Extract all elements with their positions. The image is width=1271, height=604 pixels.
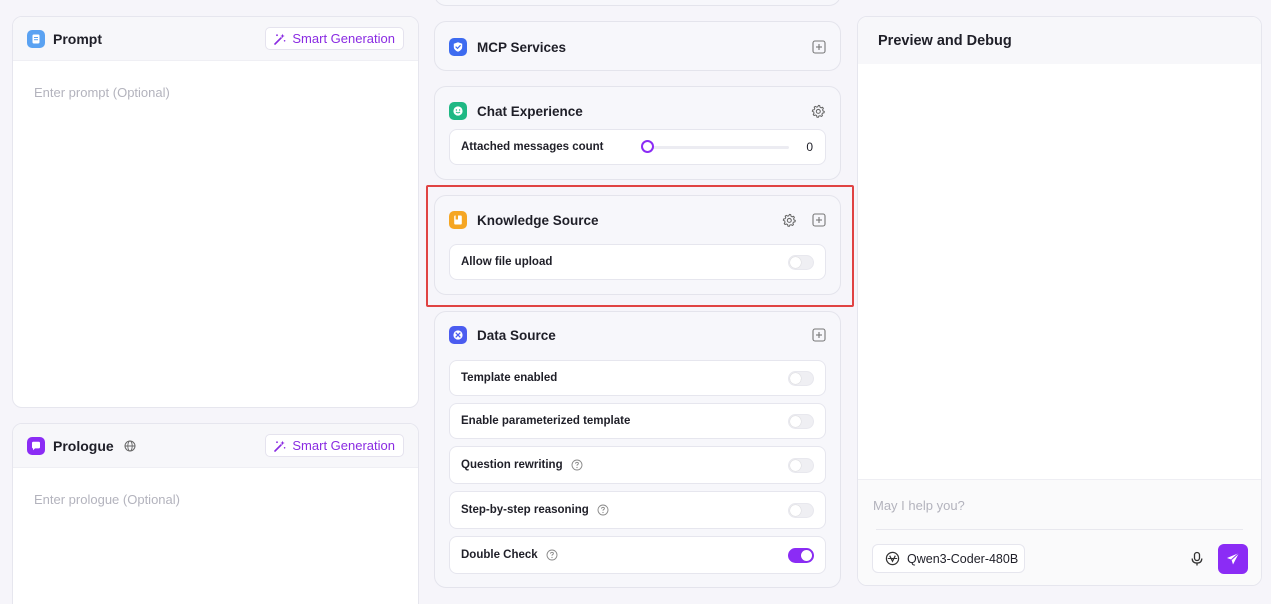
attached-messages-row: Attached messages count 0 [449,129,826,165]
model-selector[interactable]: Qwen3-Coder-480B [872,544,1025,573]
send-icon [1227,552,1240,565]
preview-header: Preview and Debug [858,17,1261,64]
prompt-header: Prompt Smart Generation [13,17,418,61]
prologue-card: Prologue Smart Generation Enter prologue… [12,423,419,604]
mcp-icon [449,38,467,56]
mcp-services-title: MCP Services [477,39,567,55]
globe-icon[interactable] [124,440,136,452]
parameterized-template-label: Enable parameterized template [461,415,631,427]
double-check-label: Double Check [461,549,538,561]
magic-wand-icon [274,440,286,452]
smart-generation-label: Smart Generation [292,438,395,453]
prompt-card: Prompt Smart Generation Enter prompt (Op… [12,16,419,408]
knowledge-source-title: Knowledge Source [477,212,599,228]
allow-file-upload-label: Allow file upload [461,256,553,268]
add-icon[interactable] [811,213,826,228]
prompt-input[interactable]: Enter prompt (Optional) [34,85,170,100]
step-by-step-reasoning-toggle[interactable] [788,502,814,518]
send-button[interactable] [1218,544,1248,574]
data-source-option: Question rewriting [449,446,826,484]
template-enabled-label: Template enabled [461,372,558,384]
prologue-header: Prologue Smart Generation [13,424,418,468]
partial-card-top [434,0,841,6]
allow-file-upload-row: Allow file upload [449,244,826,280]
help-icon[interactable] [597,504,609,516]
data-source-option: Enable parameterized template [449,403,826,439]
data-source-title: Data Source [477,327,556,343]
attached-messages-label: Attached messages count [461,141,604,153]
prompt-icon [27,29,45,48]
double-check-toggle[interactable] [788,547,814,563]
microphone-icon[interactable] [1188,550,1206,568]
chat-experience-card: Chat Experience Attached messages count … [434,86,841,180]
divider [876,529,1243,530]
data-source-icon [449,326,467,344]
smart-generation-label: Smart Generation [292,31,395,46]
help-icon[interactable] [546,549,558,561]
prompt-title: Prompt [53,30,102,47]
mcp-services-card: MCP Services [434,21,841,71]
data-source-card: Data Source Template enabled Enable para… [434,311,841,588]
chat-composer: May I help you? Qwen3-Coder-480B [858,479,1261,585]
chat-input[interactable]: May I help you? [873,498,965,513]
attached-messages-slider-track[interactable] [647,146,789,149]
preview-debug-panel: Preview and Debug May I help you? Qwen3-… [857,16,1262,586]
gear-icon[interactable] [782,213,797,228]
prologue-title: Prologue [53,437,114,454]
step-by-step-reasoning-label: Step-by-step reasoning [461,504,589,516]
data-source-option: Template enabled [449,360,826,396]
question-rewriting-toggle[interactable] [788,457,814,473]
template-enabled-toggle[interactable] [788,370,814,386]
prompt-smart-generation-button[interactable]: Smart Generation [265,27,404,50]
model-logo-icon [885,551,900,566]
smiley-icon [449,102,467,120]
add-icon[interactable] [811,40,826,55]
prologue-input[interactable]: Enter prologue (Optional) [34,492,180,507]
attached-messages-slider-thumb[interactable] [641,140,654,153]
book-icon [449,211,467,229]
data-source-option: Step-by-step reasoning [449,491,826,529]
model-name: Qwen3-Coder-480B [907,551,1019,566]
question-rewriting-label: Question rewriting [461,459,563,471]
add-icon[interactable] [811,328,826,343]
gear-icon[interactable] [811,104,826,119]
parameterized-template-toggle[interactable] [788,413,814,429]
attached-messages-value: 0 [806,140,813,154]
prologue-smart-generation-button[interactable]: Smart Generation [265,434,404,457]
chat-experience-title: Chat Experience [477,103,583,119]
knowledge-source-card: Knowledge Source Allow file upload [434,195,841,295]
data-source-option: Double Check [449,536,826,574]
magic-wand-icon [274,33,286,45]
preview-title: Preview and Debug [878,32,1012,49]
allow-file-upload-toggle[interactable] [788,254,814,270]
help-icon[interactable] [571,459,583,471]
chat-bubble-icon [27,436,45,455]
